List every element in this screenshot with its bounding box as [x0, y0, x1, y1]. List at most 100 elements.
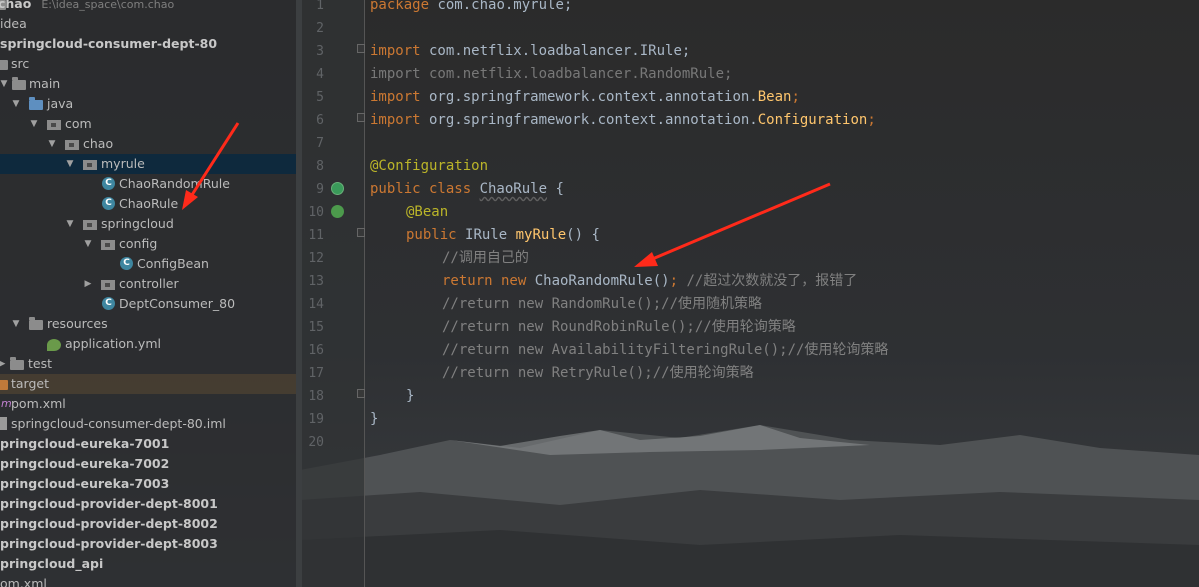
class-icon — [102, 177, 115, 190]
fold-marker-icon[interactable] — [357, 389, 365, 398]
tree-item-idea[interactable]: idea — [0, 14, 296, 34]
tree-item-provider-8001[interactable]: pringcloud-provider-dept-8001 — [0, 494, 296, 514]
tree-label: pom.xml — [11, 396, 66, 411]
tree-item-test[interactable]: ▶ test — [0, 354, 296, 374]
tree-item-chaorandomrule[interactable]: ChaoRandomRule — [0, 174, 296, 194]
tree-item-eureka-7001[interactable]: pringcloud-eureka-7001 — [0, 434, 296, 454]
tree-label: com — [65, 116, 92, 131]
tree-label: pringcloud-provider-dept-8001 — [0, 496, 218, 511]
run-class-icon[interactable] — [331, 182, 344, 195]
tree-label: pringcloud-eureka-7002 — [0, 456, 170, 471]
code-text: com.netflix.loadbalancer.IRule; — [420, 43, 691, 59]
expand-arrow-icon[interactable]: ▼ — [64, 214, 76, 234]
tree-label: pringcloud-provider-dept-8002 — [0, 516, 218, 531]
folder-icon — [10, 357, 24, 370]
code-text: () { — [566, 227, 600, 243]
fold-marker-icon[interactable] — [357, 113, 365, 122]
class-ref: Configuration — [757, 112, 868, 128]
tree-item-module[interactable]: springcloud-consumer-dept-80 — [0, 34, 296, 54]
line-number: 4 — [316, 67, 324, 82]
code-line-4: import com.netflix.loadbalancer.RandomRu… — [370, 66, 733, 82]
type: IRule — [465, 227, 516, 243]
line-number: 7 — [316, 136, 324, 151]
keyword: return new — [442, 273, 535, 289]
tree-item-root[interactable]: chao E:\idea_space\com.chao — [0, 0, 296, 14]
package-icon — [101, 240, 115, 250]
fold-marker-icon[interactable] — [357, 44, 365, 53]
tree-item-config[interactable]: ▼ config — [0, 234, 296, 254]
expand-arrow-icon[interactable]: ▼ — [0, 74, 10, 94]
code-line-5: import org.springframework.context.annot… — [370, 86, 800, 109]
code-text: org.springframework.context.annotation. — [420, 112, 758, 128]
spring-bean-icon[interactable] — [331, 205, 344, 218]
tree-item-controller[interactable]: ▶ controller — [0, 274, 296, 294]
line-number: 19 — [308, 412, 324, 427]
tree-item-java[interactable]: ▼ java — [0, 94, 296, 114]
tree-item-eureka-7003[interactable]: pringcloud-eureka-7003 — [0, 474, 296, 494]
tree-item-com[interactable]: ▼ com — [0, 114, 296, 134]
line-number: 12 — [308, 251, 324, 266]
tree-item-resources[interactable]: ▼ resources — [0, 314, 296, 334]
tree-item-src[interactable]: src — [0, 54, 296, 74]
tree-item-chao[interactable]: ▼ chao — [0, 134, 296, 154]
maven-icon — [1, 397, 9, 410]
expand-arrow-icon[interactable]: ▼ — [82, 234, 94, 254]
semicolon: ; — [867, 112, 876, 128]
tree-label: chao — [83, 136, 114, 151]
tree-item-target[interactable]: target — [0, 374, 296, 394]
fold-marker-icon[interactable] — [357, 228, 365, 237]
code-line-15: //return new RoundRobinRule();//使用轮询策略 — [442, 319, 796, 335]
tree-label: ChaoRandomRule — [119, 176, 230, 191]
class-icon — [120, 257, 133, 270]
code-line-18: } — [406, 388, 415, 404]
tree-item-configbean[interactable]: ConfigBean — [0, 254, 296, 274]
line-number: 17 — [308, 366, 324, 381]
keyword: public class — [370, 181, 480, 197]
tree-item-myrule[interactable]: ▼ myrule — [0, 154, 296, 174]
tree-item-chaorule[interactable]: ChaoRule — [0, 194, 296, 214]
collapse-arrow-icon[interactable]: ▶ — [82, 274, 94, 294]
code-line-17: //return new RetryRule();//使用轮询策略 — [442, 365, 754, 381]
tree-label: controller — [119, 276, 179, 291]
line-number: 14 — [308, 297, 324, 312]
tree-label: target — [11, 376, 50, 391]
tree-item-pom[interactable]: pom.xml — [0, 394, 296, 414]
tree-label: springcloud-consumer-dept-80 — [0, 36, 218, 51]
comment: //超过次数就没了，报错了 — [678, 273, 858, 289]
keyword: public — [406, 227, 466, 243]
excluded-folder-icon — [0, 380, 8, 390]
tree-label: om.xml — [0, 576, 47, 587]
tree-item-main[interactable]: ▼ main — [0, 74, 296, 94]
tree-item-deptconsumer[interactable]: DeptConsumer_80 — [0, 294, 296, 314]
code-line-9: public class ChaoRule { — [370, 178, 564, 201]
expand-arrow-icon[interactable]: ▼ — [10, 314, 22, 334]
expand-arrow-icon[interactable]: ▼ — [46, 134, 58, 154]
tree-label: idea — [0, 16, 27, 31]
code-editor[interactable]: package com.chao.myrule; import com.netf… — [370, 0, 1199, 587]
file-icon — [0, 417, 7, 430]
expand-arrow-icon[interactable]: ▼ — [28, 114, 40, 134]
collapse-arrow-icon[interactable]: ▶ — [0, 354, 8, 374]
line-number: 1 — [316, 0, 324, 13]
expand-arrow-icon[interactable]: ▼ — [64, 154, 76, 174]
semicolon: ; — [791, 89, 800, 105]
folder-icon — [12, 77, 26, 90]
expand-arrow-icon[interactable]: ▼ — [10, 94, 22, 114]
tree-label: springcloud-consumer-dept-80.iml — [11, 416, 226, 431]
tree-item-iml[interactable]: springcloud-consumer-dept-80.iml — [0, 414, 296, 434]
tree-item-application-yml[interactable]: application.yml — [0, 334, 296, 354]
code-line-3: import com.netflix.loadbalancer.IRule; — [370, 40, 690, 63]
tree-item-springcloud[interactable]: ▼ springcloud — [0, 214, 296, 234]
code-line-14: //return new RandomRule();//使用随机策略 — [442, 296, 763, 312]
tree-item-api[interactable]: pringcloud_api — [0, 554, 296, 574]
line-number: 18 — [308, 389, 324, 404]
tree-item-eureka-7002[interactable]: pringcloud-eureka-7002 — [0, 454, 296, 474]
code-line-1: package com.chao.myrule; — [370, 0, 572, 17]
tree-item-provider-8003[interactable]: pringcloud-provider-dept-8003 — [0, 534, 296, 554]
code-line-12: //调用自己的 — [442, 250, 529, 266]
code-line-11: public IRule myRule() { — [406, 224, 600, 247]
tree-item-root-pom[interactable]: om.xml — [0, 574, 296, 587]
code-text: com.chao.myrule; — [429, 0, 573, 13]
tree-label: resources — [47, 316, 108, 331]
tree-item-provider-8002[interactable]: pringcloud-provider-dept-8002 — [0, 514, 296, 534]
